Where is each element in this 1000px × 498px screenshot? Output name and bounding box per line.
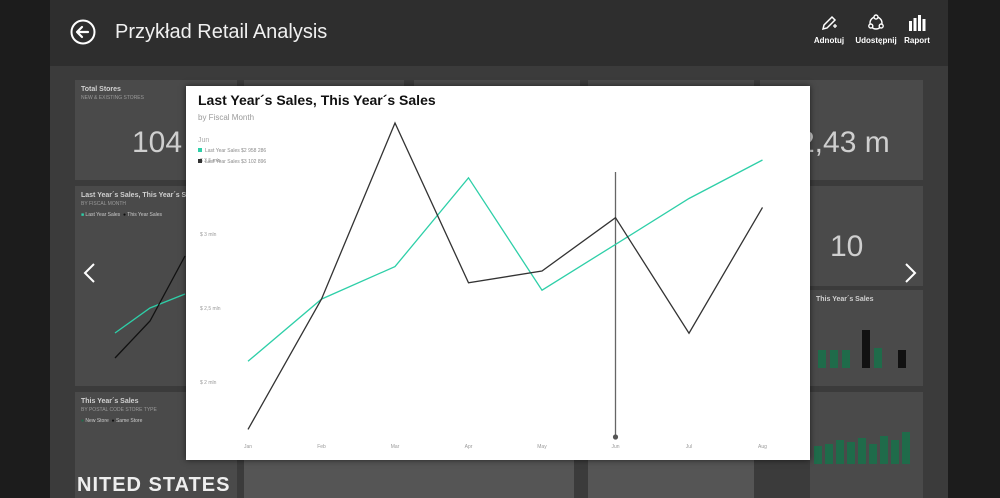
share-icon [868,14,884,30]
report-label: Raport [904,36,930,45]
map-tile[interactable] [244,460,574,498]
map-tile-2[interactable] [588,460,754,498]
map-country-label: NITED STATES [77,474,231,496]
x-tick-label-feb: Feb [317,444,326,450]
right-count-value: 10 [830,230,864,263]
total-stores-title: Total Stores [81,86,121,93]
this-year-legend-1: New Store [85,418,109,424]
y-tick-label-2: $ 3 mln [200,232,217,238]
bar-chart-icon [909,15,926,31]
series-line-last-year-sales [247,159,763,362]
total-stores-subtitle: NEW & EXISTING STORES [81,95,144,101]
y-tick-label-1: $ 2,5 mln [200,306,221,312]
x-tick-label-aug: Aug [758,444,767,450]
x-tick-label-jun: Jun [611,444,619,450]
total-stores-value: 104 [132,126,183,159]
x-tick-label-mar: Mar [391,444,400,450]
legend-label-1: Last Year Sales $3 102 896 [205,159,266,165]
back-arrow-icon[interactable] [70,19,96,45]
this-year-tile-legend: ● New Store ● Same Store [81,418,143,424]
highlight-marker-dot [612,434,619,440]
legend-label-0: Last Year Sales $2 958 286 [205,148,266,154]
x-tick-label-apr: Apr [465,444,473,450]
annotate-label: Adnotuj [813,36,845,45]
this-year-tile-subtitle: BY POSTAL CODE STORE TYPE [81,407,157,413]
annotate-button[interactable]: Adnotuj [804,14,854,45]
next-tile-chevron-icon[interactable] [900,262,920,284]
left-margin [0,0,50,498]
right-kpi-value: 2,43 m [798,126,890,159]
report-button[interactable]: Raport [892,14,942,45]
right-margin [948,0,1000,498]
legend-swatch-0 [198,148,202,152]
previous-tile-chevron-icon[interactable] [80,262,100,284]
right-bar-tile[interactable]: This Year´s Sales [810,290,923,386]
focus-chart-card[interactable]: Last Year´s Sales, This Year´s Sales by … [186,86,810,460]
y-tick-label-0: $ 2 mln [200,380,217,386]
this-year-legend-2: Same Store [115,418,143,424]
right-green-bar-tile[interactable] [810,392,923,498]
x-tick-label-may: May [537,444,547,450]
pen-icon [821,15,837,31]
x-tick-label-jan: Jan [244,444,252,450]
right-green-bars [814,432,910,464]
x-tick-label-jul: Jul [686,444,692,450]
line-chart[interactable]: $ 2 mln$ 2,5 mln$ 3 mln$ 3,5 mlnJan Feb Ma… [186,86,810,460]
tooltip-category: Jun [198,137,209,144]
legend-swatch-1 [198,159,202,163]
series-line-this-year-sales [247,121,764,430]
this-year-tile-title: This Year´s Sales [81,398,139,405]
right-mini-bars [818,330,906,368]
app-title: Przykład Retail Analysis [115,21,328,43]
